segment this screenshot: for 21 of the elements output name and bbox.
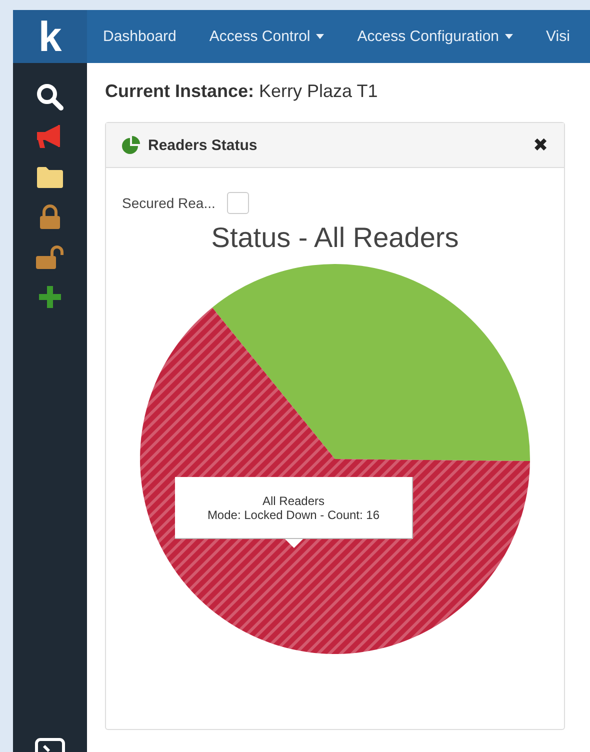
panel-title: Readers Status [148,136,258,154]
filter-label: Secured Rea... [122,195,216,211]
chart-title: Status - All Readers [210,222,460,254]
lock-icon[interactable] [39,204,61,230]
nav-link[interactable]: Access Control [209,28,324,45]
checkbox[interactable] [227,192,250,214]
logo[interactable]: k [13,10,87,63]
terminal-icon[interactable] [35,738,65,752]
close-icon[interactable]: ✖ [533,134,548,156]
unlock-icon[interactable] [35,244,65,270]
nav-link[interactable]: Dashboard [103,28,176,45]
nav-link[interactable]: Visi [546,28,570,45]
tooltip-title: All Readers [262,494,325,508]
plus-icon[interactable] [38,285,62,309]
current-instance: Current Instance: Kerry Plaza T1 [105,81,379,102]
pie-slice[interactable] [212,264,530,462]
nav-link[interactable]: Access Configuration [357,28,514,45]
folder-icon[interactable] [35,165,65,189]
search-icon[interactable] [36,83,64,111]
pie-chart-icon [122,136,140,154]
tooltip-text: Mode: Locked Down - Count: 16 [207,508,380,522]
